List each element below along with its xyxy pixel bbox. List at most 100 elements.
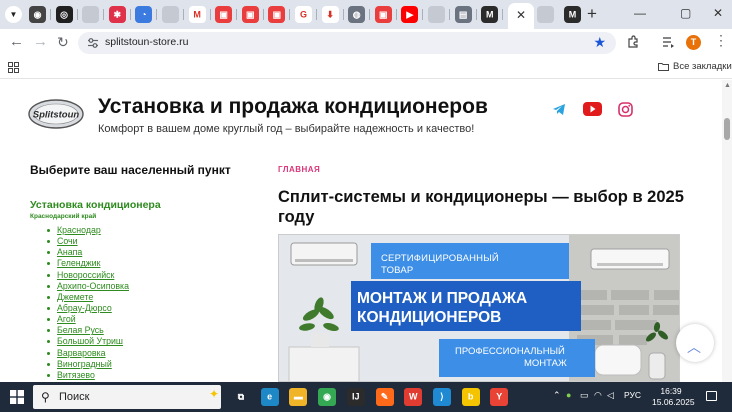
city-link[interactable]: Краснодар [47,225,129,236]
taskbar-search-box[interactable]: ⚲ Поиск ✦ [33,385,221,409]
volume-icon[interactable]: ◁ [607,390,614,401]
screen: ▼ ◉ ◎ ✱ ◔ M ▣ ▣ ▣ G ⬇ ◍ ▣ ▶ ▤ M ✕ M + — ▢ ✕ ← → ↻ [0,0,732,412]
browser-tab[interactable] [82,6,100,23]
browser-tab[interactable]: G [295,6,312,23]
page-viewport: Splitstoun Установка и продажа кондицион… [0,80,732,382]
city-link[interactable]: Варваровка [47,348,129,359]
city-link[interactable]: Джемете [47,292,129,303]
extensions-icon[interactable] [626,35,640,49]
browser-tab[interactable]: M [481,6,499,23]
browser-tab[interactable] [537,6,554,23]
taskbar-app-button[interactable]: e [260,388,279,406]
tray-overflow-icon[interactable]: ⌃ [553,390,561,401]
apps-grid-icon[interactable] [8,62,19,73]
browser-tab[interactable]: ▣ [215,6,233,23]
browser-tab[interactable]: ✱ [108,6,126,23]
red-square-icon: ▣ [379,9,388,19]
sidebar-section-link[interactable]: Установка кондиционера [30,199,161,211]
banner-installation-line: МОНТАЖ [524,358,567,369]
tab-separator [50,9,51,20]
city-link[interactable]: Белая Русь [47,325,129,336]
browser-menu-icon[interactable]: ⋮ [714,33,728,47]
all-bookmarks-button[interactable]: Все закладки [658,61,732,72]
taskbar-app-button[interactable]: ▬ [289,388,308,406]
url-text[interactable]: splitstoun-store.ru [105,36,188,48]
address-bar[interactable]: splitstoun-store.ru ★ [78,32,616,54]
new-tab-button[interactable]: + [587,4,597,24]
arrow-right-icon: → [33,33,48,50]
city-link[interactable]: Новороссийск [47,270,129,281]
site-tagline: Комфорт в вашем доме круглый год – выбир… [98,123,475,135]
site-settings-icon[interactable] [87,37,99,49]
browser-tab[interactable]: ▣ [241,6,259,23]
scrollbar-thumb[interactable] [724,118,730,140]
site-title[interactable]: Установка и продажа кондиционеров [98,95,488,119]
maximize-button[interactable]: ▢ [680,6,691,20]
telegram-icon[interactable] [552,102,567,117]
notifications-icon[interactable] [706,391,717,401]
bookmark-star-icon[interactable]: ★ [593,34,606,51]
gmail-icon: M [193,9,201,19]
active-tab[interactable]: ✕ [508,3,534,29]
site-logo[interactable]: Splitstoun [28,98,84,130]
city-link[interactable]: Сочи [47,236,129,247]
browser-tab[interactable] [428,6,445,23]
tab-separator [76,9,78,20]
city-link[interactable]: Агой [47,314,129,325]
reading-list-icon[interactable] [661,35,675,49]
instagram-icon[interactable] [618,102,633,117]
taskbar-app-button[interactable]: ⧉ [232,388,250,406]
system-clock[interactable]: 16:39 15.06.2025 [652,386,695,408]
city-link[interactable]: Абрау-Дюрсо [47,303,129,314]
banner-headline-line2: КОНДИЦИОНЕРОВ [357,309,502,326]
network-icon[interactable]: ▭ [580,390,589,401]
scroll-to-top-button[interactable]: ︿ [676,324,714,362]
city-link[interactable]: Виноградный [47,359,129,370]
browser-tab[interactable]: ◔ [135,6,153,23]
browser-tab[interactable]: ◍ [348,6,366,23]
close-tab-icon[interactable]: ✕ [516,8,526,22]
minimize-button[interactable]: — [634,6,646,20]
tab-separator [236,9,238,20]
tab-search-button[interactable]: ▼ [5,6,22,23]
profile-avatar[interactable]: T [686,35,701,50]
forward-button[interactable]: → [33,33,48,51]
browser-tab[interactable] [162,6,179,23]
city-link[interactable]: Большой Утриш [47,336,129,347]
red-square-icon: ▣ [219,9,228,19]
back-button[interactable]: ← [9,33,24,51]
windows-start-icon[interactable] [10,390,24,404]
taskbar-app-button[interactable]: ⟩ [432,388,451,406]
taskbar-app-button[interactable]: ◉ [318,388,337,406]
browser-tab[interactable]: M [564,6,581,23]
close-window-button[interactable]: ✕ [713,6,723,20]
bookmarks-bar: Все закладки [0,57,732,79]
browser-tab[interactable]: M [188,6,206,23]
taskbar-app-button[interactable]: W [404,388,423,406]
browser-tab[interactable]: ▶ [401,6,419,23]
youtube-icon[interactable] [583,102,602,116]
browser-tab[interactable]: ▣ [374,6,392,23]
city-link[interactable]: Архипо-Осиповка [47,281,129,292]
taskbar-app-button[interactable]: Y [490,388,509,406]
city-link[interactable]: Анапа [47,247,129,258]
taskbar-app-button[interactable]: b [461,388,480,406]
tray-app-icon[interactable]: ● [566,390,571,400]
language-indicator[interactable]: РУС [624,390,641,400]
browser-tab[interactable]: ◎ [55,6,73,23]
browser-tab[interactable]: ▤ [454,6,472,23]
browser-tab[interactable]: ⬇ [321,6,339,23]
reload-button[interactable]: ↻ [57,33,69,51]
city-link[interactable]: Геленджик [47,258,129,269]
wifi-icon[interactable]: ◠ [594,390,602,401]
browser-tab[interactable]: ▣ [268,6,286,23]
browser-tab[interactable]: ◉ [29,6,46,23]
browser-toolbar: ← → ↻ splitstoun-store.ru ★ T ⋮ [0,29,732,57]
scroll-up-arrow-icon[interactable]: ▲ [724,82,731,89]
city-link[interactable]: Витязево [47,370,129,381]
taskbar-app-button[interactable]: ✎ [375,388,394,406]
breadcrumb[interactable]: ГЛАВНАЯ [278,165,320,174]
taskbar-app-button[interactable]: IJ [346,388,365,406]
page-scrollbar[interactable]: ▲ [722,80,732,382]
tab-separator [502,9,504,20]
